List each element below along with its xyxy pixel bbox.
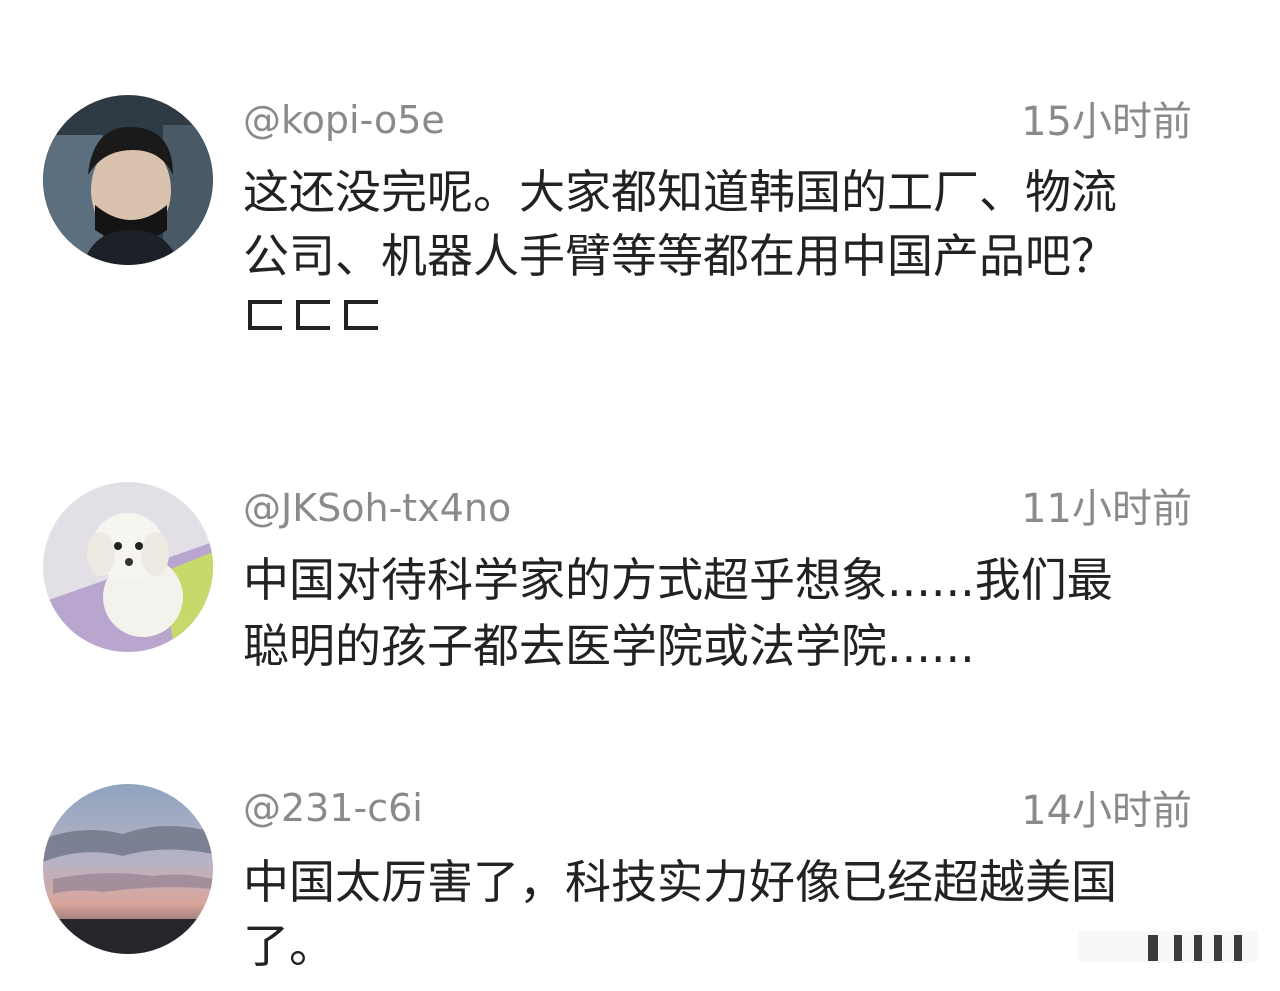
missing-emoji-icon [248,300,282,330]
comment-text-line: 这还没完呢。大家都知道韩国的工厂、物流 [243,165,1117,219]
avatar-image [43,95,213,265]
comment-username[interactable]: @JKSoh-tx4no [243,484,511,532]
comment-username[interactable]: @kopi-o5e [243,96,445,144]
comment-text-line: 聪明的孩子都去医学院或法学院...... [243,619,975,673]
comment-text-line: 中国对待科学家的方式超乎想象......我们最 [243,553,1113,607]
comment-text-line: 公司、机器人手臂等等都在用中国产品吧？ [243,229,1117,283]
dog-avatar-icon[interactable] [43,482,213,652]
person-avatar-icon[interactable] [43,95,213,265]
comment-text-line: 中国太厉害了，科技实力好像已经超越美国 [243,855,1117,909]
avatar-image [43,482,213,652]
emoji-row [248,300,378,330]
avatar-image [43,784,213,954]
missing-emoji-icon [344,300,378,330]
sky-avatar-icon[interactable] [43,784,213,954]
missing-emoji-icon [296,300,330,330]
comment-timestamp: 14小时前 [1021,788,1192,834]
comment-timestamp: 15小时前 [1021,99,1192,145]
comment-username[interactable]: @231-c6i [243,784,423,832]
watermark-logo-icon [1078,931,1258,963]
comment-timestamp: 11小时前 [1021,486,1192,532]
comment-text-line: 了。 [243,919,335,973]
